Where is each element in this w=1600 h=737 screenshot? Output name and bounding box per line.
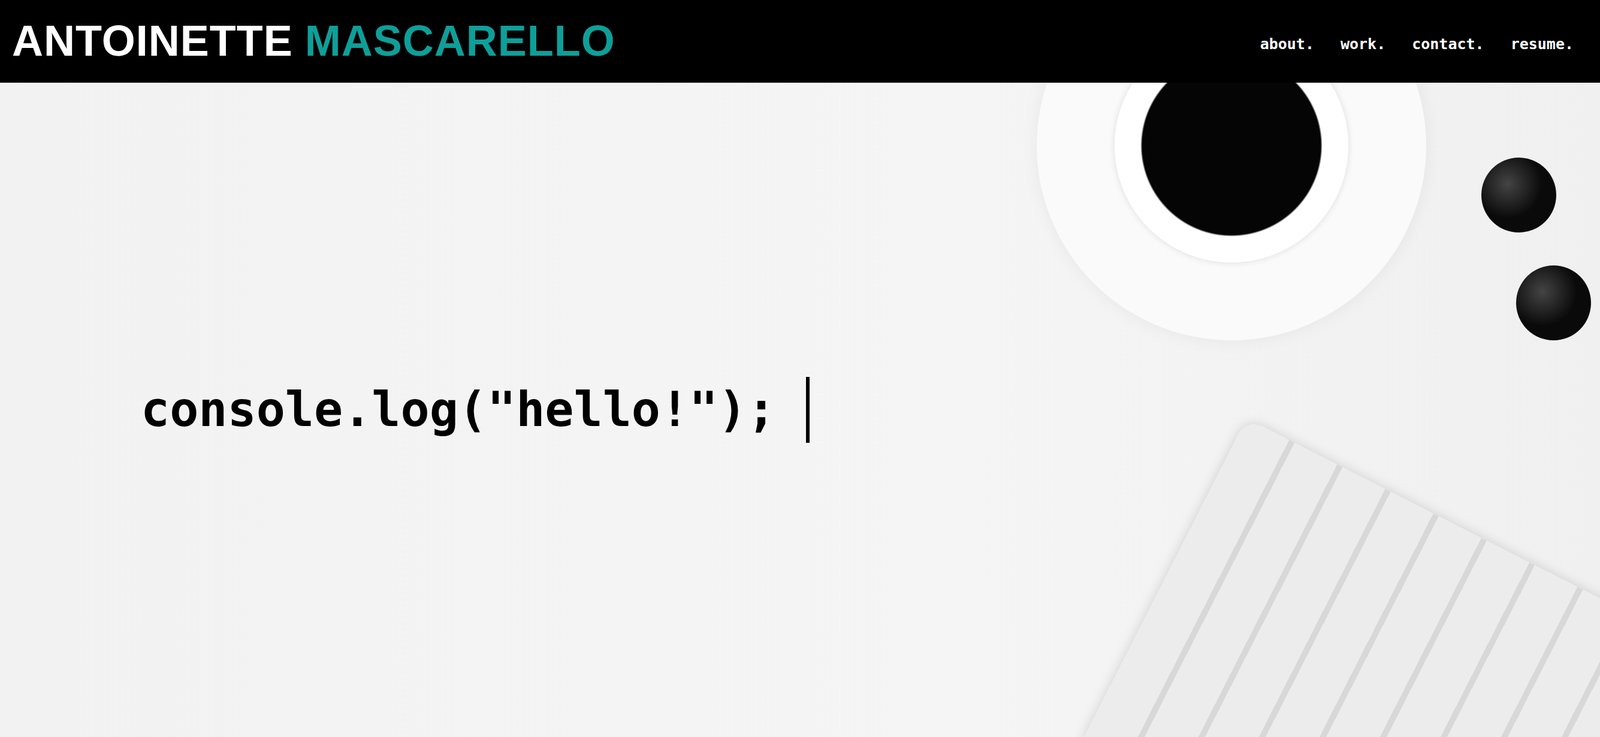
coffee-cup-shape [1114, 82, 1349, 263]
typed-text: console.log("hello!"); [140, 378, 777, 442]
cherry-shape [1516, 265, 1592, 341]
top-bar: ANTOINETTEMASCARELLO about. work. contact. r… [0, 0, 1600, 83]
hero-section: console.log("hello!"); [0, 82, 1600, 737]
main-nav: about. work. contact. resume. [1260, 28, 1574, 55]
cherry-shape [1481, 157, 1557, 233]
portfolio-page: ANTOINETTEMASCARELLO about. work. contact. r… [0, 0, 1600, 737]
keyboard-shape [1078, 418, 1600, 737]
site-logo[interactable]: ANTOINETTEMASCARELLO [11, 17, 616, 65]
nav-link[interactable]: resume. [1510, 34, 1574, 55]
logo-first-name: ANTOINETTE [11, 17, 294, 65]
text-cursor [805, 376, 810, 443]
nav-link[interactable]: about. [1260, 34, 1315, 55]
nav-link[interactable]: work. [1340, 34, 1386, 55]
nav-link[interactable]: contact. [1411, 34, 1484, 55]
saucer-shape [1036, 82, 1427, 341]
logo-last-name: MASCARELLO [305, 17, 616, 65]
typed-line: console.log("hello!"); [140, 376, 810, 443]
